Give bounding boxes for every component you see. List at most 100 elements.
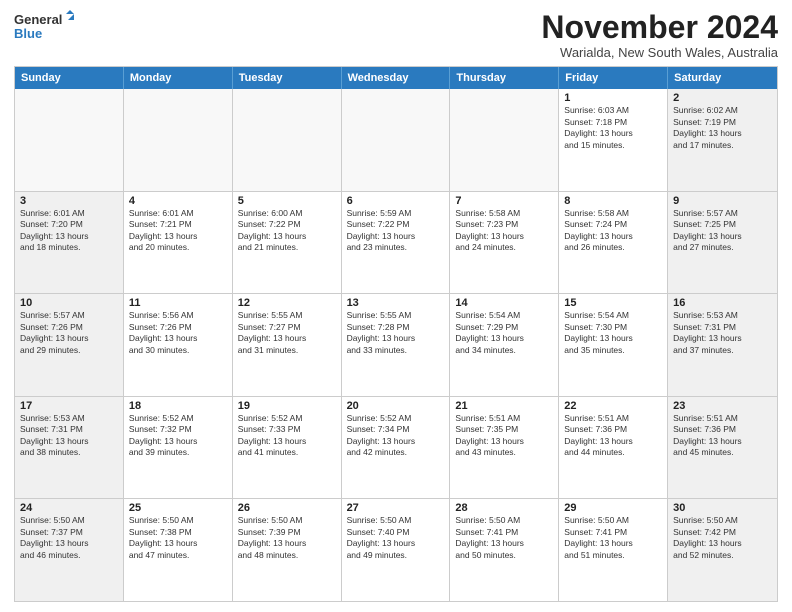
calendar-cell: 19Sunrise: 5:52 AM Sunset: 7:33 PM Dayli… bbox=[233, 397, 342, 499]
calendar-cell bbox=[15, 89, 124, 191]
day-info: Sunrise: 5:57 AM Sunset: 7:25 PM Dayligh… bbox=[673, 208, 772, 254]
day-number: 22 bbox=[564, 400, 662, 412]
calendar-header-cell: Sunday bbox=[15, 67, 124, 89]
day-info: Sunrise: 5:50 AM Sunset: 7:39 PM Dayligh… bbox=[238, 515, 336, 561]
day-number: 7 bbox=[455, 195, 553, 207]
day-info: Sunrise: 6:01 AM Sunset: 7:21 PM Dayligh… bbox=[129, 208, 227, 254]
calendar-cell: 16Sunrise: 5:53 AM Sunset: 7:31 PM Dayli… bbox=[668, 294, 777, 396]
day-number: 6 bbox=[347, 195, 445, 207]
day-number: 5 bbox=[238, 195, 336, 207]
day-number: 4 bbox=[129, 195, 227, 207]
day-info: Sunrise: 5:52 AM Sunset: 7:34 PM Dayligh… bbox=[347, 413, 445, 459]
day-info: Sunrise: 5:50 AM Sunset: 7:37 PM Dayligh… bbox=[20, 515, 118, 561]
calendar-header-cell: Tuesday bbox=[233, 67, 342, 89]
calendar-cell bbox=[233, 89, 342, 191]
calendar-header-cell: Wednesday bbox=[342, 67, 451, 89]
calendar-row: 24Sunrise: 5:50 AM Sunset: 7:37 PM Dayli… bbox=[15, 498, 777, 601]
day-number: 26 bbox=[238, 502, 336, 514]
day-info: Sunrise: 5:51 AM Sunset: 7:36 PM Dayligh… bbox=[673, 413, 772, 459]
day-number: 30 bbox=[673, 502, 772, 514]
calendar-body: 1Sunrise: 6:03 AM Sunset: 7:18 PM Daylig… bbox=[15, 89, 777, 601]
calendar-cell: 25Sunrise: 5:50 AM Sunset: 7:38 PM Dayli… bbox=[124, 499, 233, 601]
day-info: Sunrise: 5:50 AM Sunset: 7:42 PM Dayligh… bbox=[673, 515, 772, 561]
day-info: Sunrise: 5:52 AM Sunset: 7:33 PM Dayligh… bbox=[238, 413, 336, 459]
calendar-cell: 29Sunrise: 5:50 AM Sunset: 7:41 PM Dayli… bbox=[559, 499, 668, 601]
day-info: Sunrise: 5:52 AM Sunset: 7:32 PM Dayligh… bbox=[129, 413, 227, 459]
calendar-header-cell: Friday bbox=[559, 67, 668, 89]
calendar-cell: 12Sunrise: 5:55 AM Sunset: 7:27 PM Dayli… bbox=[233, 294, 342, 396]
day-info: Sunrise: 5:54 AM Sunset: 7:30 PM Dayligh… bbox=[564, 310, 662, 356]
day-info: Sunrise: 5:56 AM Sunset: 7:26 PM Dayligh… bbox=[129, 310, 227, 356]
calendar-cell: 24Sunrise: 5:50 AM Sunset: 7:37 PM Dayli… bbox=[15, 499, 124, 601]
day-info: Sunrise: 5:50 AM Sunset: 7:41 PM Dayligh… bbox=[564, 515, 662, 561]
svg-text:General: General bbox=[14, 12, 62, 27]
day-number: 10 bbox=[20, 297, 118, 309]
day-number: 2 bbox=[673, 92, 772, 104]
day-info: Sunrise: 6:01 AM Sunset: 7:20 PM Dayligh… bbox=[20, 208, 118, 254]
calendar-row: 3Sunrise: 6:01 AM Sunset: 7:20 PM Daylig… bbox=[15, 191, 777, 294]
day-number: 25 bbox=[129, 502, 227, 514]
calendar-cell: 26Sunrise: 5:50 AM Sunset: 7:39 PM Dayli… bbox=[233, 499, 342, 601]
day-number: 18 bbox=[129, 400, 227, 412]
logo-svg: General Blue bbox=[14, 10, 74, 46]
day-info: Sunrise: 5:53 AM Sunset: 7:31 PM Dayligh… bbox=[673, 310, 772, 356]
day-number: 16 bbox=[673, 297, 772, 309]
day-number: 28 bbox=[455, 502, 553, 514]
title-block: November 2024 Warialda, New South Wales,… bbox=[541, 10, 778, 60]
calendar: SundayMondayTuesdayWednesdayThursdayFrid… bbox=[14, 66, 778, 602]
calendar-cell: 14Sunrise: 5:54 AM Sunset: 7:29 PM Dayli… bbox=[450, 294, 559, 396]
calendar-cell bbox=[342, 89, 451, 191]
logo: General Blue bbox=[14, 10, 74, 46]
day-number: 23 bbox=[673, 400, 772, 412]
day-number: 24 bbox=[20, 502, 118, 514]
day-info: Sunrise: 5:50 AM Sunset: 7:41 PM Dayligh… bbox=[455, 515, 553, 561]
day-number: 15 bbox=[564, 297, 662, 309]
day-number: 29 bbox=[564, 502, 662, 514]
day-info: Sunrise: 5:58 AM Sunset: 7:24 PM Dayligh… bbox=[564, 208, 662, 254]
calendar-cell: 6Sunrise: 5:59 AM Sunset: 7:22 PM Daylig… bbox=[342, 192, 451, 294]
calendar-cell: 1Sunrise: 6:03 AM Sunset: 7:18 PM Daylig… bbox=[559, 89, 668, 191]
day-number: 19 bbox=[238, 400, 336, 412]
day-info: Sunrise: 5:58 AM Sunset: 7:23 PM Dayligh… bbox=[455, 208, 553, 254]
calendar-cell bbox=[450, 89, 559, 191]
calendar-cell: 8Sunrise: 5:58 AM Sunset: 7:24 PM Daylig… bbox=[559, 192, 668, 294]
day-number: 17 bbox=[20, 400, 118, 412]
day-number: 20 bbox=[347, 400, 445, 412]
calendar-row: 17Sunrise: 5:53 AM Sunset: 7:31 PM Dayli… bbox=[15, 396, 777, 499]
calendar-cell: 5Sunrise: 6:00 AM Sunset: 7:22 PM Daylig… bbox=[233, 192, 342, 294]
day-info: Sunrise: 5:51 AM Sunset: 7:35 PM Dayligh… bbox=[455, 413, 553, 459]
calendar-cell: 15Sunrise: 5:54 AM Sunset: 7:30 PM Dayli… bbox=[559, 294, 668, 396]
calendar-cell: 23Sunrise: 5:51 AM Sunset: 7:36 PM Dayli… bbox=[668, 397, 777, 499]
day-number: 27 bbox=[347, 502, 445, 514]
calendar-cell: 22Sunrise: 5:51 AM Sunset: 7:36 PM Dayli… bbox=[559, 397, 668, 499]
calendar-cell: 11Sunrise: 5:56 AM Sunset: 7:26 PM Dayli… bbox=[124, 294, 233, 396]
calendar-header-cell: Saturday bbox=[668, 67, 777, 89]
calendar-cell: 17Sunrise: 5:53 AM Sunset: 7:31 PM Dayli… bbox=[15, 397, 124, 499]
day-number: 11 bbox=[129, 297, 227, 309]
calendar-header-cell: Monday bbox=[124, 67, 233, 89]
calendar-cell: 30Sunrise: 5:50 AM Sunset: 7:42 PM Dayli… bbox=[668, 499, 777, 601]
day-number: 1 bbox=[564, 92, 662, 104]
day-number: 21 bbox=[455, 400, 553, 412]
day-info: Sunrise: 6:02 AM Sunset: 7:19 PM Dayligh… bbox=[673, 105, 772, 151]
day-number: 3 bbox=[20, 195, 118, 207]
day-info: Sunrise: 5:55 AM Sunset: 7:28 PM Dayligh… bbox=[347, 310, 445, 356]
calendar-header-cell: Thursday bbox=[450, 67, 559, 89]
day-info: Sunrise: 6:00 AM Sunset: 7:22 PM Dayligh… bbox=[238, 208, 336, 254]
day-info: Sunrise: 6:03 AM Sunset: 7:18 PM Dayligh… bbox=[564, 105, 662, 151]
day-info: Sunrise: 5:51 AM Sunset: 7:36 PM Dayligh… bbox=[564, 413, 662, 459]
day-number: 12 bbox=[238, 297, 336, 309]
calendar-header: SundayMondayTuesdayWednesdayThursdayFrid… bbox=[15, 67, 777, 89]
svg-text:Blue: Blue bbox=[14, 26, 42, 41]
day-number: 8 bbox=[564, 195, 662, 207]
day-info: Sunrise: 5:55 AM Sunset: 7:27 PM Dayligh… bbox=[238, 310, 336, 356]
calendar-cell: 4Sunrise: 6:01 AM Sunset: 7:21 PM Daylig… bbox=[124, 192, 233, 294]
calendar-cell: 2Sunrise: 6:02 AM Sunset: 7:19 PM Daylig… bbox=[668, 89, 777, 191]
calendar-cell: 21Sunrise: 5:51 AM Sunset: 7:35 PM Dayli… bbox=[450, 397, 559, 499]
day-number: 14 bbox=[455, 297, 553, 309]
calendar-cell: 7Sunrise: 5:58 AM Sunset: 7:23 PM Daylig… bbox=[450, 192, 559, 294]
location-subtitle: Warialda, New South Wales, Australia bbox=[541, 45, 778, 60]
calendar-cell: 3Sunrise: 6:01 AM Sunset: 7:20 PM Daylig… bbox=[15, 192, 124, 294]
page-header: General Blue November 2024 Warialda, New… bbox=[14, 10, 778, 60]
calendar-cell: 20Sunrise: 5:52 AM Sunset: 7:34 PM Dayli… bbox=[342, 397, 451, 499]
